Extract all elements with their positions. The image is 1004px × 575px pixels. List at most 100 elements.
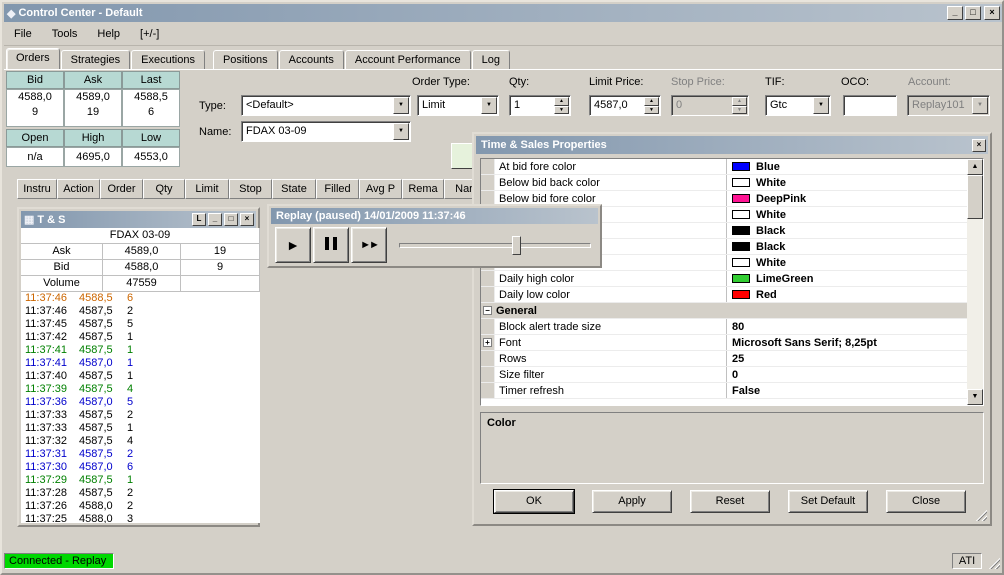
status-resize-grip[interactable] [987,556,1000,569]
trade-price: 4587,5 [79,318,113,330]
order-type-combo[interactable]: Limit ▼ [417,95,499,116]
tab-strategies[interactable]: Strategies [60,50,131,69]
trade-row: 11:37:30 4587,0 6 [21,461,260,474]
trade-size: 1 [127,370,134,382]
tab-accounts[interactable]: Accounts [278,50,344,69]
ask-cell: 4589,0 19 [64,89,122,127]
property-row[interactable]: + Font Microsoft Sans Serif; 8,25pt [481,335,967,351]
maximize-button[interactable]: □ [965,6,981,20]
dialog-resize-grip[interactable] [974,508,987,521]
replay-slider[interactable] [399,236,591,255]
tab-log[interactable]: Log [471,50,510,69]
column-header-qty[interactable]: Qty [143,179,185,199]
trade-price: 4587,5 [79,409,113,421]
trade-time: 11:37:26 [25,500,68,512]
ts-close-button[interactable]: × [240,213,254,226]
property-value: LimeGreen [727,271,967,286]
ts-maximize-button[interactable]: □ [224,213,238,226]
menu-file[interactable]: File [4,24,42,44]
oco-input[interactable] [843,95,897,116]
trade-time: 11:37:40 [25,370,68,382]
column-header-order[interactable]: Order [100,179,143,199]
scroll-up-button[interactable]: ▲ [967,159,983,175]
property-value: Black [727,223,967,238]
properties-title-bar: Time & Sales Properties × [476,136,988,154]
collapse-icon[interactable]: − [483,306,492,315]
spin-up-icon[interactable]: ▲ [644,97,659,106]
play-button[interactable]: ► [275,227,311,263]
apply-button[interactable]: Apply [592,490,672,513]
spinner-buttons: ▲ ▼ [644,97,659,114]
column-header-avg-price[interactable]: Avg P [359,179,402,199]
trade-row: 11:37:29 4587,5 1 [21,474,260,487]
fast-forward-button[interactable]: ►► [351,227,387,263]
status-bar: Connected - Replay ATI [4,551,1002,571]
property-row[interactable]: At bid fore color Blue [481,159,967,175]
dropdown-arrow-icon[interactable]: ▼ [813,97,829,114]
dropdown-arrow-icon[interactable]: ▼ [393,123,409,140]
column-header-remaining[interactable]: Rema [402,179,444,199]
property-row[interactable]: Daily low color Red [481,287,967,303]
oco-label: OCO: [841,76,870,88]
dialog-close-button[interactable]: Close [886,490,966,513]
ts-minimize-button[interactable]: _ [208,213,222,226]
spin-up-icon[interactable]: ▲ [554,97,569,106]
property-row[interactable]: Timer refresh False [481,383,967,399]
column-header-filled[interactable]: Filled [316,179,359,199]
menu-expand-collapse[interactable]: [+/-] [130,24,169,44]
column-header-stop[interactable]: Stop [229,179,272,199]
dropdown-arrow-icon[interactable]: ▼ [393,97,409,114]
ok-button[interactable]: OK [493,489,575,514]
name-combo[interactable]: FDAX 03-09 ▼ [241,121,411,142]
properties-close-button[interactable]: × [972,138,986,152]
tab-executions[interactable]: Executions [131,50,205,69]
scrollbar-thumb[interactable] [967,175,983,219]
set-default-button[interactable]: Set Default [788,490,868,513]
property-grid-scrollbar[interactable]: ▲ ▼ [967,159,983,405]
column-header-action[interactable]: Action [57,179,100,199]
trade-size: 1 [127,422,134,434]
tab-orders[interactable]: Orders [6,48,60,69]
menu-tools[interactable]: Tools [42,24,88,44]
spin-up-icon: ▲ [732,97,747,106]
minimize-button[interactable]: _ [947,6,963,20]
property-row[interactable]: Rows 25 [481,351,967,367]
trade-time: 11:37:41 [25,357,68,369]
property-row[interactable]: Daily high color LimeGreen [481,271,967,287]
close-button[interactable]: × [984,6,1000,20]
tab-positions[interactable]: Positions [212,50,278,69]
type-combo[interactable]: <Default> ▼ [241,95,411,116]
trade-row: 11:37:28 4587,5 2 [21,487,260,500]
spin-down-icon[interactable]: ▼ [554,105,569,114]
trade-price: 4587,5 [79,305,113,317]
property-value: Microsoft Sans Serif; 8,25pt [727,335,967,350]
trade-time: 11:37:41 [25,344,68,356]
column-header-limit[interactable]: Limit [185,179,229,199]
expand-icon[interactable]: + [483,338,492,347]
property-row[interactable]: Size filter 0 [481,367,967,383]
property-row[interactable]: Below bid back color White [481,175,967,191]
ts-volume-row: Volume 47559 [21,276,260,292]
menu-help[interactable]: Help [87,24,130,44]
property-value-text: Black [756,240,786,253]
reset-button[interactable]: Reset [690,490,770,513]
trade-time: 11:37:36 [25,396,68,408]
trade-time: 11:37:28 [25,487,68,499]
last-price: 4588,5 [134,91,168,103]
link-button[interactable]: L [192,213,206,226]
category-row-general[interactable]: − General [481,303,967,319]
trade-size: 5 [127,396,134,408]
trade-row: 11:37:33 4587,5 2 [21,409,260,422]
tab-account-performance[interactable]: Account Performance [344,50,471,69]
replay-slider-thumb[interactable] [512,236,522,255]
pause-button[interactable] [313,227,349,263]
column-header-instrument[interactable]: Instru [17,179,57,199]
qty-spinner[interactable]: 1 ▲ ▼ [509,95,571,116]
limit-price-spinner[interactable]: 4587,0 ▲ ▼ [589,95,661,116]
scroll-down-button[interactable]: ▼ [967,389,983,405]
property-row[interactable]: Block alert trade size 80 [481,319,967,335]
spin-down-icon[interactable]: ▼ [644,105,659,114]
tif-combo[interactable]: Gtc ▼ [765,95,831,116]
column-header-state[interactable]: State [272,179,316,199]
dropdown-arrow-icon[interactable]: ▼ [481,97,497,114]
